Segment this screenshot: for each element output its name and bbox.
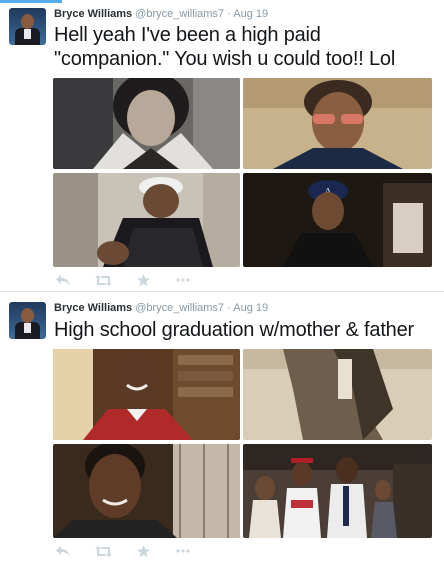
avatar[interactable] [9,8,46,45]
retweet-icon[interactable] [94,545,112,557]
photo-5[interactable] [53,349,240,440]
user-handle[interactable]: @bryce_williams7 [135,302,224,314]
reply-icon[interactable] [54,274,72,286]
tweet-header: Bryce Williams @bryce_williams7 · Aug 19 [54,302,268,314]
separator: · [227,302,231,314]
photo-8[interactable] [243,444,432,538]
photo-7[interactable] [53,444,240,538]
separator: · [227,8,231,20]
favorite-icon[interactable] [134,544,152,558]
reply-icon[interactable] [54,545,72,557]
user-handle[interactable]: @bryce_williams7 [135,8,224,20]
tweet-text: Hell yeah I've been a high paid "compani… [54,24,396,70]
avatar[interactable] [9,302,46,339]
photo-1[interactable] [53,78,240,169]
tweet-date[interactable]: Aug 19 [233,302,268,314]
tweet-date[interactable]: Aug 19 [233,8,268,20]
more-icon[interactable] [174,549,192,553]
user-name[interactable]: Bryce Williams [54,302,132,314]
photo-6[interactable] [243,349,432,440]
retweet-icon[interactable] [94,274,112,286]
tweet-header: Bryce Williams @bryce_williams7 · Aug 19 [54,8,268,20]
user-name[interactable]: Bryce Williams [54,8,132,20]
tweet-actions [54,272,192,288]
tweet-text: High school graduation w/mother & father [54,319,414,341]
photo-4[interactable]: A [243,173,432,267]
more-icon[interactable] [174,278,192,282]
photo-3[interactable] [53,173,240,267]
tweet[interactable]: Bryce Williams @bryce_williams7 · Aug 19… [0,0,444,292]
tweet[interactable]: Bryce Williams @bryce_williams7 · Aug 19… [0,293,444,573]
photo-2[interactable] [243,78,432,169]
tweet-actions [54,543,192,559]
favorite-icon[interactable] [134,273,152,287]
